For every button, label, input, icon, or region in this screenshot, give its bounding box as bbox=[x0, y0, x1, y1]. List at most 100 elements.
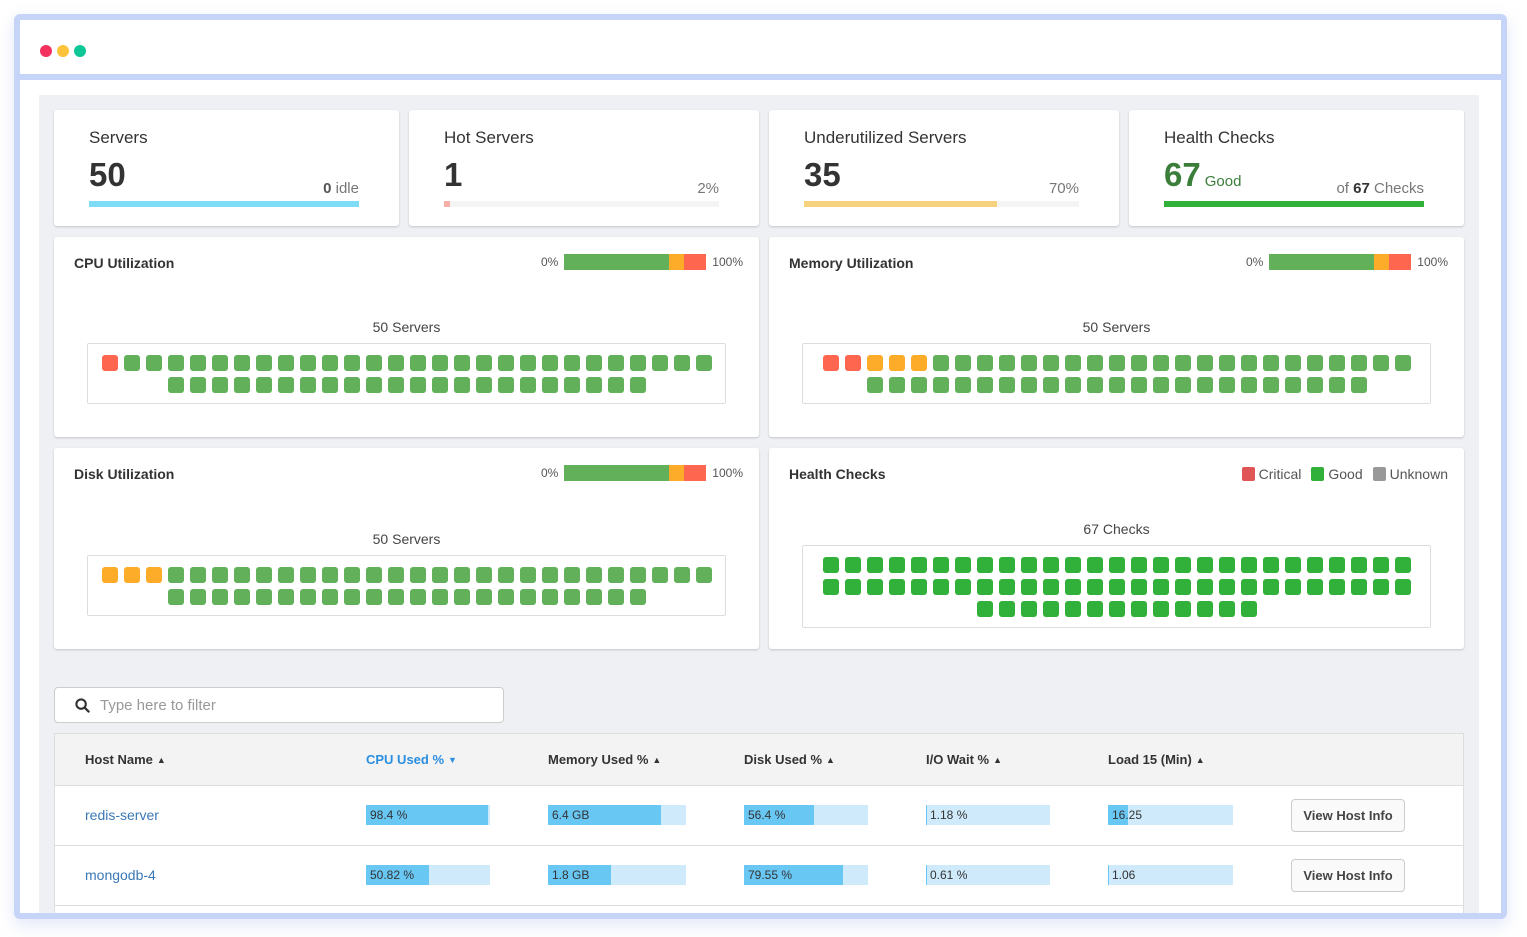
server-normal-cell[interactable] bbox=[497, 588, 514, 605]
server-normal-cell[interactable] bbox=[1174, 376, 1191, 393]
server-normal-cell[interactable] bbox=[255, 354, 272, 371]
health-good-cell[interactable] bbox=[998, 556, 1015, 573]
health-good-cell[interactable] bbox=[1152, 556, 1169, 573]
server-normal-cell[interactable] bbox=[932, 354, 949, 371]
health-good-cell[interactable] bbox=[1174, 578, 1191, 595]
server-normal-cell[interactable] bbox=[1108, 376, 1125, 393]
server-normal-cell[interactable] bbox=[343, 354, 360, 371]
server-normal-cell[interactable] bbox=[1174, 354, 1191, 371]
server-normal-cell[interactable] bbox=[321, 566, 338, 583]
server-normal-cell[interactable] bbox=[409, 376, 426, 393]
server-normal-cell[interactable] bbox=[541, 376, 558, 393]
server-normal-cell[interactable] bbox=[299, 376, 316, 393]
server-normal-cell[interactable] bbox=[343, 588, 360, 605]
server-normal-cell[interactable] bbox=[409, 588, 426, 605]
server-normal-cell[interactable] bbox=[1306, 354, 1323, 371]
health-good-cell[interactable] bbox=[866, 556, 883, 573]
health-good-cell[interactable] bbox=[1130, 556, 1147, 573]
server-normal-cell[interactable] bbox=[277, 588, 294, 605]
server-normal-cell[interactable] bbox=[585, 566, 602, 583]
health-good-cell[interactable] bbox=[1240, 578, 1257, 595]
health-good-cell[interactable] bbox=[1130, 600, 1147, 617]
health-good-cell[interactable] bbox=[1174, 556, 1191, 573]
server-normal-cell[interactable] bbox=[321, 354, 338, 371]
health-good-cell[interactable] bbox=[1086, 600, 1103, 617]
health-good-cell[interactable] bbox=[1394, 556, 1411, 573]
server-normal-cell[interactable] bbox=[998, 354, 1015, 371]
server-normal-cell[interactable] bbox=[365, 376, 382, 393]
server-normal-cell[interactable] bbox=[475, 376, 492, 393]
server-normal-cell[interactable] bbox=[1306, 376, 1323, 393]
server-normal-cell[interactable] bbox=[1240, 376, 1257, 393]
server-normal-cell[interactable] bbox=[629, 566, 646, 583]
server-normal-cell[interactable] bbox=[1020, 354, 1037, 371]
health-good-cell[interactable] bbox=[976, 556, 993, 573]
server-normal-cell[interactable] bbox=[1262, 354, 1279, 371]
health-good-cell[interactable] bbox=[1152, 578, 1169, 595]
health-good-cell[interactable] bbox=[1218, 556, 1235, 573]
server-normal-cell[interactable] bbox=[1372, 354, 1389, 371]
health-good-cell[interactable] bbox=[1108, 556, 1125, 573]
server-normal-cell[interactable] bbox=[211, 566, 228, 583]
health-good-cell[interactable] bbox=[888, 578, 905, 595]
server-normal-cell[interactable] bbox=[277, 354, 294, 371]
health-good-cell[interactable] bbox=[1174, 600, 1191, 617]
server-normal-cell[interactable] bbox=[695, 566, 712, 583]
health-good-cell[interactable] bbox=[1042, 600, 1059, 617]
server-normal-cell[interactable] bbox=[189, 588, 206, 605]
server-normal-cell[interactable] bbox=[299, 588, 316, 605]
host-link[interactable]: mongodb-4 bbox=[85, 867, 156, 883]
server-normal-cell[interactable] bbox=[607, 376, 624, 393]
health-good-cell[interactable] bbox=[1042, 578, 1059, 595]
server-normal-cell[interactable] bbox=[954, 376, 971, 393]
server-normal-cell[interactable] bbox=[365, 566, 382, 583]
health-good-cell[interactable] bbox=[1086, 556, 1103, 573]
host-link[interactable]: redis-server bbox=[85, 807, 159, 823]
server-normal-cell[interactable] bbox=[211, 376, 228, 393]
health-good-cell[interactable] bbox=[1196, 600, 1213, 617]
server-normal-cell[interactable] bbox=[1284, 376, 1301, 393]
server-normal-cell[interactable] bbox=[167, 376, 184, 393]
server-normal-cell[interactable] bbox=[607, 354, 624, 371]
server-normal-cell[interactable] bbox=[585, 376, 602, 393]
server-normal-cell[interactable] bbox=[431, 566, 448, 583]
health-good-cell[interactable] bbox=[866, 578, 883, 595]
server-normal-cell[interactable] bbox=[167, 588, 184, 605]
server-normal-cell[interactable] bbox=[255, 566, 272, 583]
health-good-cell[interactable] bbox=[1064, 600, 1081, 617]
column-disk-used[interactable]: Disk Used % ▲︎ bbox=[744, 752, 835, 767]
server-normal-cell[interactable] bbox=[365, 354, 382, 371]
server-critical-cell[interactable] bbox=[822, 354, 839, 371]
view-host-info-button[interactable]: View Host Info bbox=[1291, 799, 1405, 832]
health-good-cell[interactable] bbox=[910, 556, 927, 573]
server-normal-cell[interactable] bbox=[673, 354, 690, 371]
server-normal-cell[interactable] bbox=[453, 566, 470, 583]
server-warning-cell[interactable] bbox=[888, 354, 905, 371]
health-good-cell[interactable] bbox=[1020, 578, 1037, 595]
health-good-cell[interactable] bbox=[844, 578, 861, 595]
health-good-cell[interactable] bbox=[954, 578, 971, 595]
health-good-cell[interactable] bbox=[1262, 578, 1279, 595]
server-normal-cell[interactable] bbox=[431, 588, 448, 605]
health-good-cell[interactable] bbox=[1108, 578, 1125, 595]
maximize-window-button[interactable] bbox=[74, 45, 86, 57]
server-normal-cell[interactable] bbox=[563, 566, 580, 583]
minimize-window-button[interactable] bbox=[57, 45, 69, 57]
server-normal-cell[interactable] bbox=[1064, 376, 1081, 393]
server-normal-cell[interactable] bbox=[1086, 376, 1103, 393]
health-good-cell[interactable] bbox=[1196, 578, 1213, 595]
server-normal-cell[interactable] bbox=[1196, 354, 1213, 371]
server-normal-cell[interactable] bbox=[541, 354, 558, 371]
health-good-cell[interactable] bbox=[1240, 600, 1257, 617]
server-normal-cell[interactable] bbox=[321, 376, 338, 393]
health-good-cell[interactable] bbox=[998, 578, 1015, 595]
server-normal-cell[interactable] bbox=[1108, 354, 1125, 371]
view-host-info-button[interactable]: View Host Info bbox=[1291, 859, 1405, 892]
health-good-cell[interactable] bbox=[1152, 600, 1169, 617]
server-normal-cell[interactable] bbox=[167, 354, 184, 371]
server-normal-cell[interactable] bbox=[277, 376, 294, 393]
server-normal-cell[interactable] bbox=[475, 354, 492, 371]
server-normal-cell[interactable] bbox=[607, 588, 624, 605]
server-normal-cell[interactable] bbox=[497, 354, 514, 371]
health-good-cell[interactable] bbox=[910, 578, 927, 595]
